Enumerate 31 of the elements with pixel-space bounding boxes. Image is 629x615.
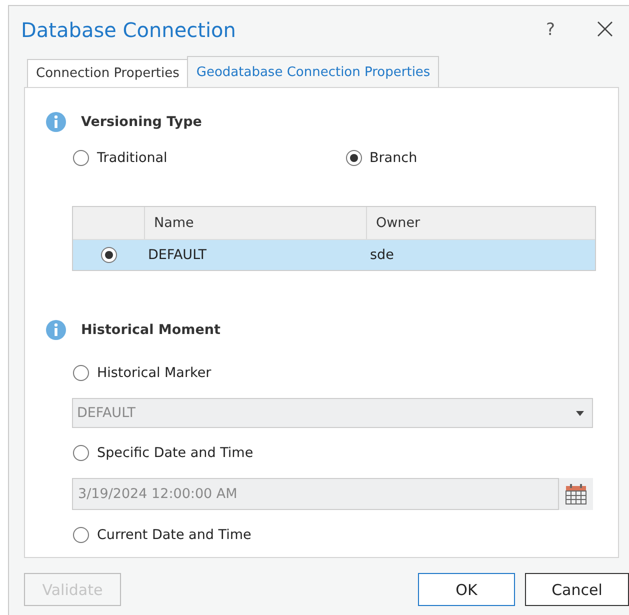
section-heading: Historical Moment xyxy=(81,322,220,338)
radio-button[interactable] xyxy=(346,150,362,166)
help-button[interactable]: ? xyxy=(546,20,555,40)
calendar-icon xyxy=(564,482,588,506)
column-header[interactable]: Owner xyxy=(366,207,595,239)
tab[interactable]: Connection Properties xyxy=(27,59,188,87)
info-icon xyxy=(45,319,67,341)
window-title: Database Connection xyxy=(21,18,237,42)
radio-label: Specific Date and Time xyxy=(97,445,254,461)
radio-button[interactable] xyxy=(73,150,89,166)
radio-label: Current Date and Time xyxy=(97,527,252,543)
radio-button[interactable] xyxy=(73,445,89,461)
radio-button[interactable] xyxy=(73,365,89,381)
radio-button[interactable] xyxy=(100,247,116,263)
table-cell-text: DEFAULT xyxy=(147,247,208,263)
info-icon xyxy=(45,111,67,133)
tab[interactable]: Geodatabase Connection Properties xyxy=(187,56,440,87)
dialog-button[interactable]: Cancel xyxy=(525,573,629,606)
section-heading: Versioning Type xyxy=(81,114,202,130)
close-icon xyxy=(597,21,613,37)
close-button[interactable] xyxy=(597,21,615,39)
column-header[interactable]: Name xyxy=(144,207,366,239)
radio-label: Traditional xyxy=(97,150,168,166)
radio-label: Historical Marker xyxy=(97,365,212,381)
calendar-button[interactable] xyxy=(559,478,593,510)
dialog-button[interactable]: OK xyxy=(418,573,515,606)
table-row[interactable]: DEFAULT sde xyxy=(73,240,595,270)
caret-icon xyxy=(576,410,584,416)
radio-label: Branch xyxy=(370,150,418,166)
table-cell-text: sde xyxy=(369,247,395,263)
radio-button[interactable] xyxy=(73,527,89,543)
